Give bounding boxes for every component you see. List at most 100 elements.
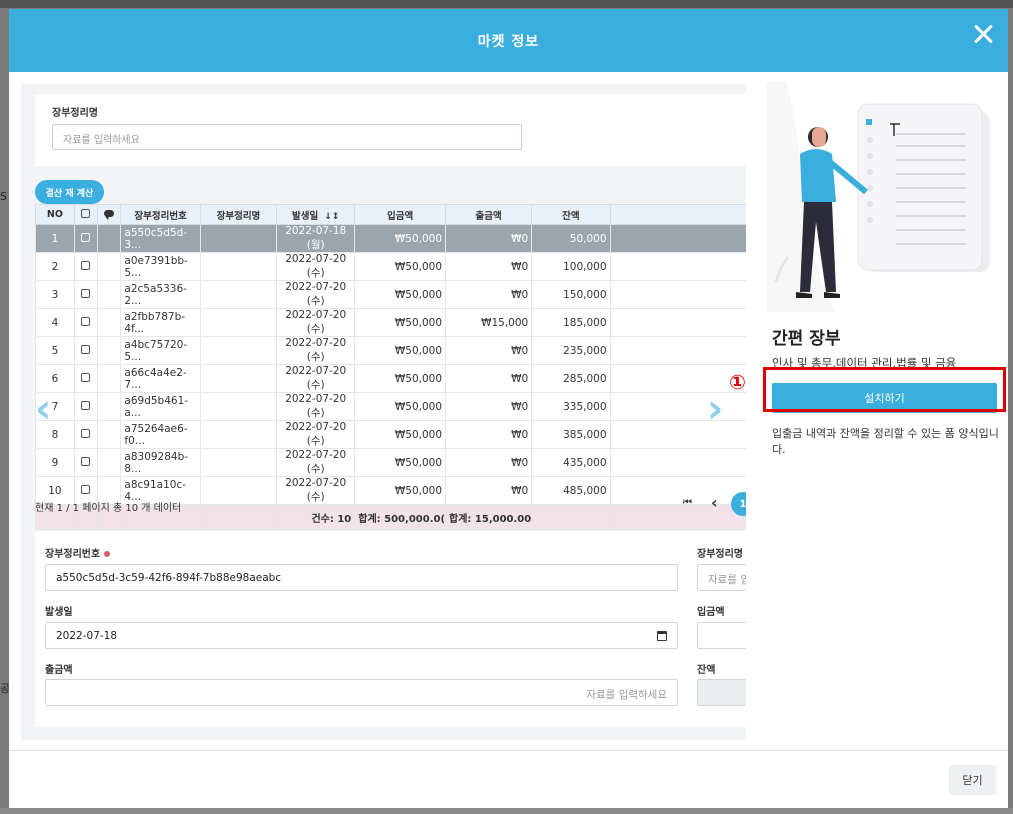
close-button[interactable]: 닫기 [949,765,996,795]
table-row[interactable]: 5 a4bc75720-5... 2022-07-20 (수) ₩50,000 ₩0 23… [35,336,746,365]
cell-comment [97,392,122,421]
cell-id: a2fbb787b-4f... [120,308,201,337]
cell-comment [97,252,122,281]
cell-id: a69d5b461-a... [120,392,201,421]
modal-title: 마켓 정보 [477,33,540,50]
cell-select [73,252,99,281]
row-checkbox[interactable] [81,400,91,410]
cell-balance: 150,000 [531,280,611,309]
row-checkbox[interactable] [81,344,91,354]
cell-date: 2022-07-18 (월) [276,224,356,253]
app-description: 입출금 내역과 잔액을 정리할 수 있는 폼 양식입니다. [772,427,999,456]
cell-date: 2022-07-20 (수) [276,392,356,421]
cell-id: a8309284b-8... [120,448,201,477]
cell-out: ₩0 [445,364,533,393]
id-label: 장부정리번호 [45,545,111,560]
cell-name [199,364,278,393]
table-row[interactable]: 9 a8309284b-8... 2022-07-20 (수) ₩50,000 ₩0 43… [35,448,746,477]
app-title: 간편 장부 [772,329,841,349]
row-checkbox[interactable] [81,316,91,326]
ledger-illustration [766,82,990,312]
cell-in: ₩50,000 [354,392,447,421]
sort-icon[interactable]: ↓↕ [324,212,339,222]
cell-in: ₩50,000 [354,448,447,477]
first-page-icon[interactable]: ⏮ [683,497,692,508]
cell-balance: 185,000 [531,308,611,337]
date-field[interactable]: 2022-07-18 [45,622,678,649]
cell-in: ₩50,000 [354,336,447,365]
row-checkbox[interactable] [81,372,91,382]
date-label: 발생일 [45,607,73,618]
cell-comment [97,448,122,477]
cell-date: 2022-07-20 (수) [276,448,356,477]
background-strip-bottom [0,808,1013,814]
row-checkbox[interactable] [81,456,91,466]
select-all-checkbox[interactable] [81,208,91,218]
cell-date: 2022-07-20 (수) [276,364,356,393]
cell-select [73,308,99,337]
cell-select [73,336,99,365]
col-header-balance[interactable]: 잔액 [531,204,611,225]
row-checkbox[interactable] [81,260,91,270]
cell-filler [609,448,746,477]
search-label: 장부정리명 [52,108,98,119]
row-checkbox[interactable] [81,428,91,438]
calendar-icon[interactable] [657,631,667,641]
col-header-no[interactable]: NO [35,204,75,225]
pagination-bar: 현재 1 / 1 페이지 총 10 개 데이터 ⏮ ‹ 1 [35,489,746,519]
table-row[interactable]: 7 a69d5b461-a... 2022-07-20 (수) ₩50,000 ₩0 33… [35,392,746,421]
out-field[interactable]: 자료를 입력하세요 [45,679,678,706]
col-header-in[interactable]: 입금액 [354,204,447,225]
out-label: 출금액 [45,665,73,676]
prev-page-icon[interactable]: ‹ [711,493,718,512]
col-header-filler [609,204,746,225]
cell-name [199,252,278,281]
table-header-row: NO 장부정리번호 장부정리명 발생일 ↓↕ 입금액 출금액 잔액 [35,204,746,225]
next-app-arrow-icon[interactable]: › [707,389,723,429]
name-label: 장부정리명 [697,549,743,560]
name-field[interactable]: 자료를 입 [697,564,746,591]
cell-id: a550c5d5d-3... [120,224,201,253]
preview-pane: 장부정리명 자료를 입력하세요 결산 재 계산 NO 장부정리번호 장부정리명 … [21,84,746,740]
col-header-name[interactable]: 장부정리명 [199,204,278,225]
table-row[interactable]: 3 a2c5a5336-2... 2022-07-20 (수) ₩50,000 ₩0 15… [35,280,746,309]
col-header-select[interactable] [73,204,99,225]
search-input[interactable]: 자료를 입력하세요 [52,124,522,150]
cell-balance: 50,000 [531,224,611,253]
page-number-current[interactable]: 1 [731,492,746,516]
col-header-out[interactable]: 출금액 [445,204,533,225]
cell-no: 4 [35,308,75,337]
cell-comment [97,336,122,365]
close-icon[interactable] [970,21,996,47]
cell-id: a66c4a4e2-7... [120,364,201,393]
table-row[interactable]: 2 a0e7391bb-5... 2022-07-20 (수) ₩50,000 ₩0 10… [35,252,746,281]
cell-out: ₩0 [445,392,533,421]
cell-id: a75264ae6-f0... [120,420,201,449]
pagination-info: 현재 1 / 1 페이지 총 10 개 데이터 [35,503,182,514]
annotation-number: ① [729,370,746,394]
row-checkbox[interactable] [81,288,91,298]
background-edge-text: S [0,190,7,203]
install-highlight-box [763,367,1006,412]
background-strip-top [0,0,1013,8]
col-header-date[interactable]: 발생일 ↓↕ [276,204,356,225]
cell-name [199,448,278,477]
recalculate-button[interactable]: 결산 재 계산 [35,180,104,204]
table-row[interactable]: 4 a2fbb787b-4f... 2022-07-20 (수) ₩50,000 ₩15… [35,308,746,337]
cell-no: 2 [35,252,75,281]
cell-filler [609,420,746,449]
table-row[interactable]: 8 a75264ae6-f0... 2022-07-20 (수) ₩50,000 ₩0 3… [35,420,746,449]
table-row[interactable]: 1 a550c5d5d-3... 2022-07-18 (월) ₩50,000 ₩0 50… [35,224,746,253]
table-row[interactable]: 6 a66c4a4e2-7... 2022-07-20 (수) ₩50,000 ₩0 28… [35,364,746,393]
id-field[interactable]: a550c5d5d-3c59-42f6-894f-7b88e98aeabc [45,564,678,591]
cell-out: ₩0 [445,280,533,309]
prev-app-arrow-icon[interactable]: ‹ [35,389,51,429]
cell-out: ₩0 [445,252,533,281]
col-header-id[interactable]: 장부정리번호 [120,204,201,225]
cell-select [73,364,99,393]
in-field[interactable] [697,622,746,649]
cell-no: 1 [35,224,75,253]
row-checkbox[interactable] [81,232,91,242]
comment-icon [104,210,115,220]
cell-select [73,280,99,309]
